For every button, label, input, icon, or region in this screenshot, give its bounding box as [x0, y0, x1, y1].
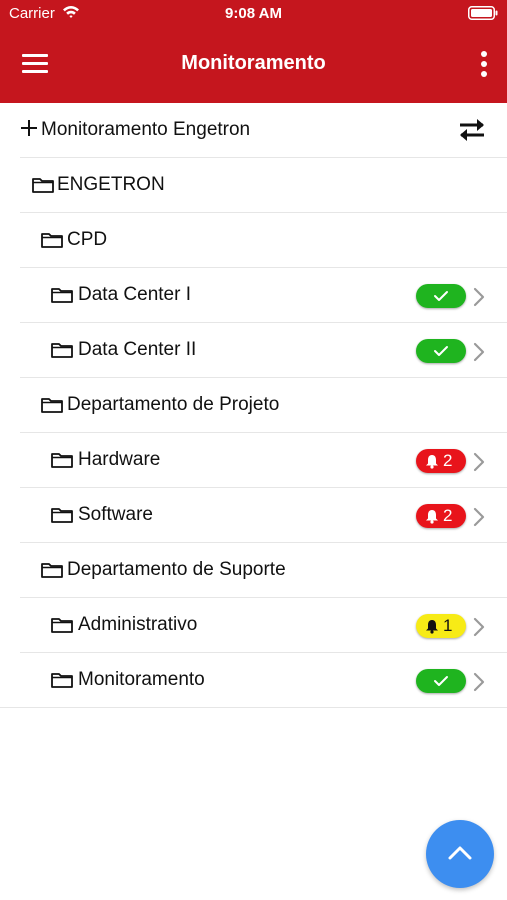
folder-icon [51, 673, 73, 688]
tree-row-label: CPD [67, 229, 108, 250]
status-time: 9:08 AM [225, 5, 282, 22]
tree-row-label: Departamento de Suporte [67, 559, 286, 580]
chevron-right-icon[interactable] [472, 506, 486, 528]
chevron-right-icon[interactable] [472, 451, 486, 473]
tree-row-label: Administrativo [78, 614, 198, 635]
toolbar: Monitoramento [0, 26, 507, 103]
bell-icon [426, 510, 438, 524]
app-header: Carrier 9:08 AM Monitoramento [0, 0, 507, 103]
chevron-right-icon[interactable] [472, 671, 486, 693]
tree-row[interactable]: Monitoramento [0, 653, 507, 708]
tree-row-label: Data Center II [78, 339, 197, 360]
folder-icon [41, 398, 63, 413]
tree-row[interactable]: Software 2 [20, 488, 507, 543]
alarm-count: 1 [443, 616, 453, 635]
status-badge [416, 339, 466, 363]
tree-row[interactable]: Data Center II [20, 323, 507, 378]
swap-arrows-icon[interactable] [456, 117, 488, 143]
tree-root-row[interactable]: Monitoramento Engetron [20, 103, 507, 158]
folder-icon [51, 453, 73, 468]
tree-row[interactable]: ENGETRON [20, 158, 507, 213]
check-icon [434, 676, 448, 686]
page-title: Monitoramento [181, 52, 326, 74]
bell-icon [426, 620, 438, 634]
bell-icon [426, 455, 438, 469]
tree-row-label: ENGETRON [57, 174, 165, 195]
chevron-right-icon[interactable] [472, 341, 486, 363]
status-badge: 2 [416, 449, 466, 473]
chevron-up-icon [448, 846, 472, 860]
tree-row-label: Data Center I [78, 284, 191, 305]
folder-icon [51, 288, 73, 303]
tree-list: Monitoramento Engetron ENGETRON CPD Data C… [0, 103, 507, 708]
tree-row[interactable]: Departamento de Suporte [20, 543, 507, 598]
tree-row-label: Departamento de Projeto [67, 394, 280, 415]
folder-icon [41, 563, 63, 578]
tree-row[interactable]: Departamento de Projeto [20, 378, 507, 433]
battery-icon [468, 6, 498, 20]
tree-row-label: Hardware [78, 449, 161, 470]
status-bar: Carrier 9:08 AM [0, 0, 507, 26]
alarm-count: 2 [443, 506, 453, 525]
scroll-top-button[interactable] [426, 820, 494, 888]
folder-icon [51, 508, 73, 523]
folder-icon [32, 178, 54, 193]
tree-row-label: Software [78, 504, 153, 525]
tree-row[interactable]: Hardware 2 [20, 433, 507, 488]
status-badge: 1 [416, 614, 466, 638]
check-icon [434, 291, 448, 301]
status-badge: 2 [416, 504, 466, 528]
tree-row[interactable]: CPD [20, 213, 507, 268]
folder-icon [41, 233, 63, 248]
alarm-count: 2 [443, 451, 453, 470]
status-badge [416, 669, 466, 693]
plus-icon[interactable] [20, 119, 38, 137]
tree-root-label: Monitoramento Engetron [41, 119, 251, 140]
folder-icon [51, 343, 73, 358]
tree-row[interactable]: Administrativo 1 [20, 598, 507, 653]
tree-row-label: Monitoramento [78, 669, 205, 690]
check-icon [434, 346, 448, 356]
folder-icon [51, 618, 73, 633]
status-badge [416, 284, 466, 308]
more-vertical-icon[interactable] [470, 46, 498, 82]
chevron-right-icon[interactable] [472, 616, 486, 638]
chevron-right-icon[interactable] [472, 286, 486, 308]
tree-row[interactable]: Data Center I [20, 268, 507, 323]
